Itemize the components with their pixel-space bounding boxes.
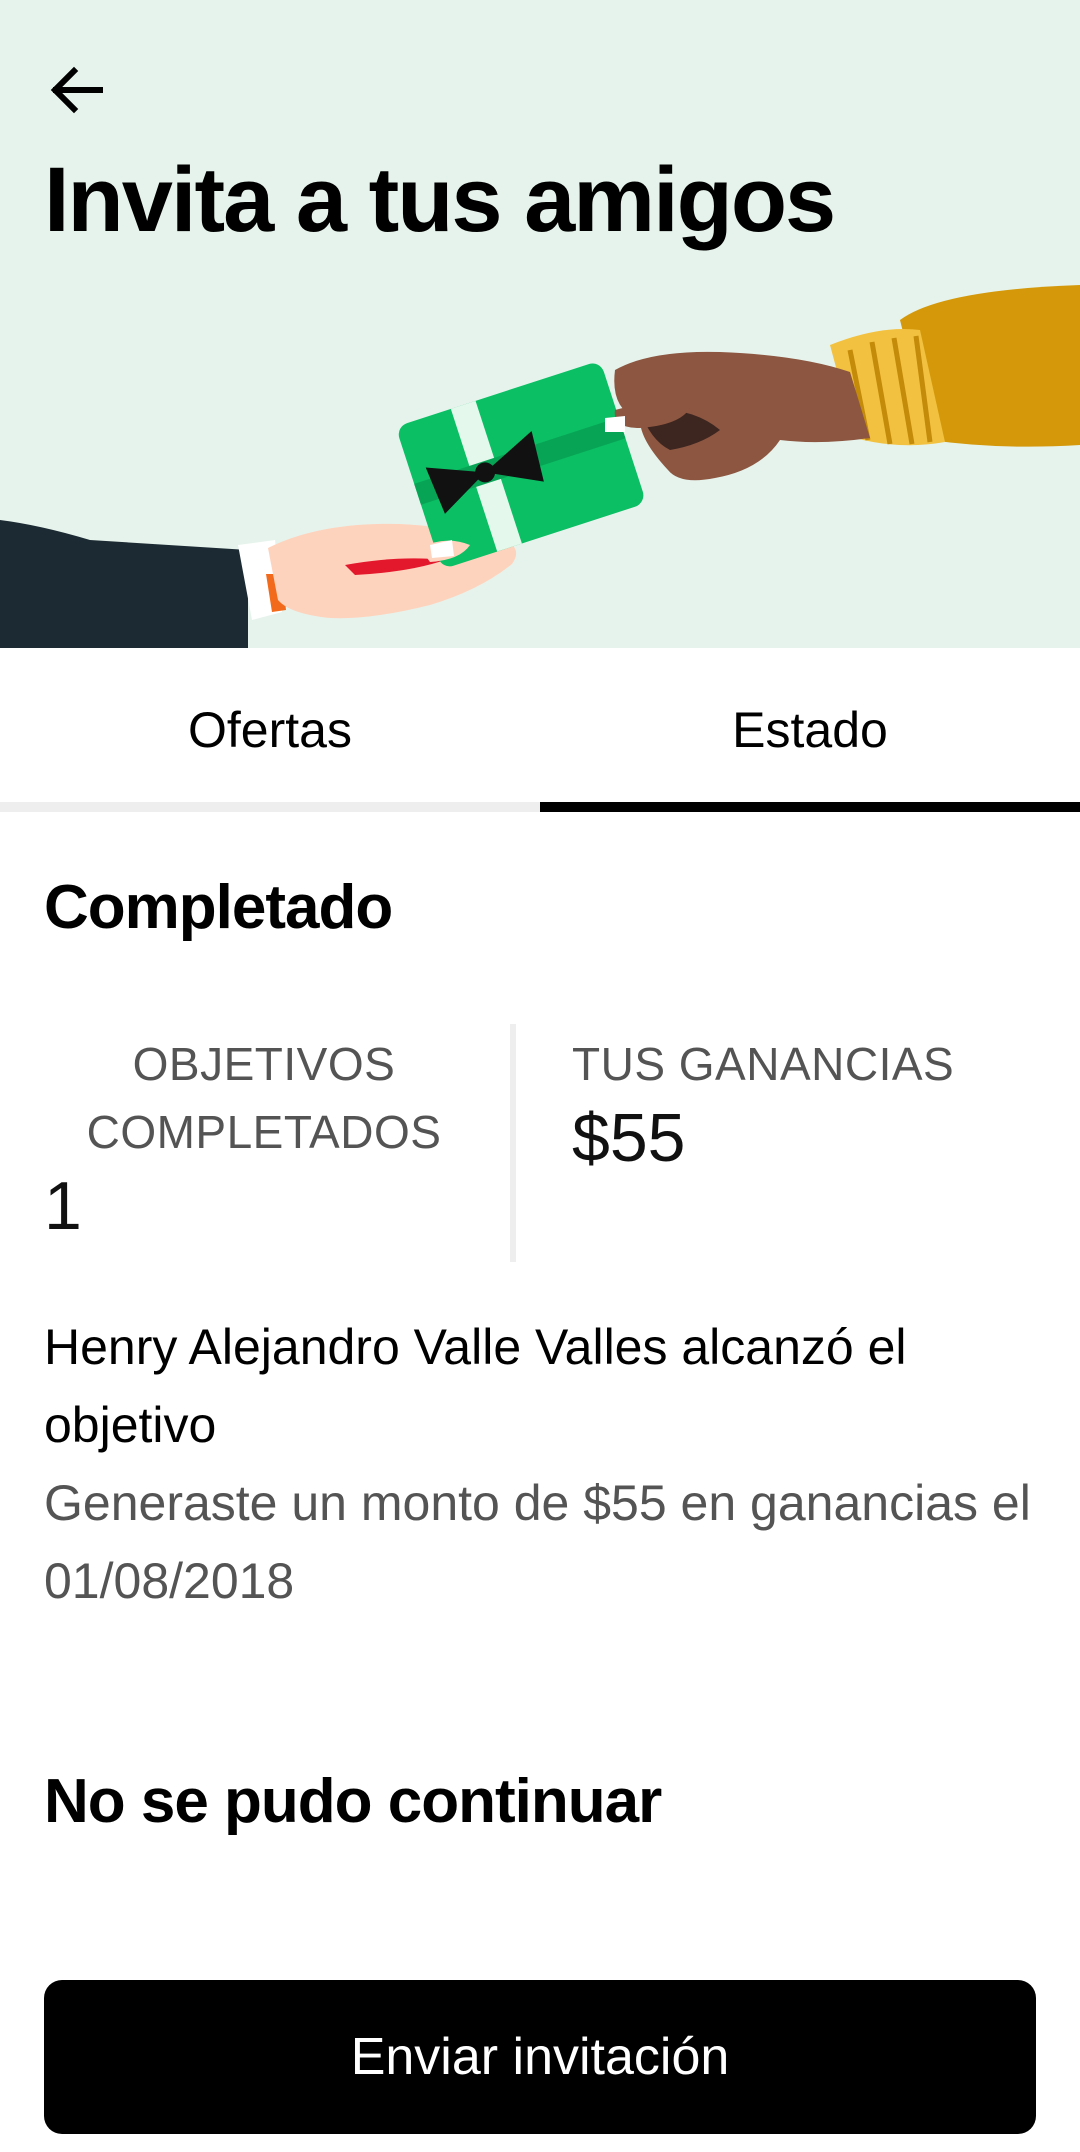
gift-handoff-illustration	[0, 285, 1080, 648]
page-title: Invita a tus amigos	[44, 149, 836, 251]
back-button[interactable]	[40, 54, 112, 126]
tab-ofertas[interactable]: Ofertas	[0, 648, 540, 812]
earnings-value: $55	[572, 1100, 686, 1176]
goals-value: 1	[44, 1168, 82, 1244]
tab-ofertas-indicator	[0, 802, 540, 812]
goals-stat: OBJETIVOS COMPLETADOS 1	[44, 1030, 484, 1248]
earnings-stat: TUS GANANCIAS $55	[572, 1030, 1042, 1180]
arrow-left-icon	[50, 66, 103, 114]
earnings-label: TUS GANANCIAS	[572, 1038, 955, 1090]
tab-estado[interactable]: Estado	[540, 648, 1080, 812]
goals-label: OBJETIVOS COMPLETADOS	[86, 1038, 442, 1158]
referral-title: Henry Alejandro Valle Valles alcanzó el …	[44, 1319, 907, 1453]
header-hero: Invita a tus amigos	[0, 0, 1080, 648]
tab-ofertas-label: Ofertas	[188, 702, 352, 758]
referral-detail: Generaste un monto de $55 en ganancias e…	[44, 1475, 1031, 1609]
tab-estado-indicator	[540, 802, 1080, 812]
completed-heading: Completado	[44, 873, 393, 942]
send-invitation-button[interactable]: Enviar invitación	[44, 1980, 1036, 2134]
stats-divider	[510, 1024, 516, 1262]
tab-bar: Ofertas Estado	[0, 648, 1080, 812]
tab-estado-label: Estado	[732, 702, 888, 758]
failed-heading: No se pudo continuar	[44, 1767, 662, 1836]
send-invitation-label: Enviar invitación	[350, 2028, 730, 2086]
